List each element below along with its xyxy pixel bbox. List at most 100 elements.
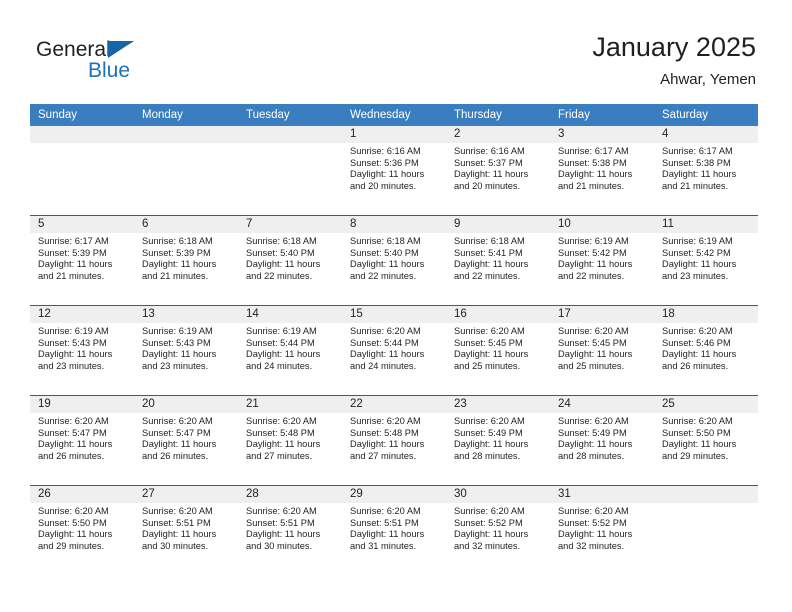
day-number-29[interactable]: 29: [342, 486, 446, 503]
day-number-20[interactable]: 20: [134, 396, 238, 413]
day-number-28[interactable]: 28: [238, 486, 342, 503]
day-cell-25[interactable]: Sunrise: 6:20 AM Sunset: 5:50 PM Daylight:…: [654, 413, 758, 485]
day-number-21[interactable]: 21: [238, 396, 342, 413]
day-cell-12[interactable]: Sunrise: 6:19 AM Sunset: 5:43 PM Daylight:…: [30, 323, 134, 395]
day-detail-line: and 20 minutes.: [350, 180, 417, 191]
day-cell-22[interactable]: Sunrise: 6:20 AM Sunset: 5:48 PM Daylight:…: [342, 413, 446, 485]
day-number-23[interactable]: 23: [446, 396, 550, 413]
day-detail-line: Sunrise: 6:19 AM: [558, 236, 629, 246]
day-number-band: 26 27 28 29 30 31: [30, 486, 758, 503]
day-cell-19[interactable]: Sunrise: 6:20 AM Sunset: 5:47 PM Daylight:…: [30, 413, 134, 485]
day-detail-line: Sunrise: 6:16 AM: [454, 146, 525, 156]
day-detail-line: Sunrise: 6:19 AM: [38, 326, 109, 336]
day-cell-4[interactable]: Sunrise: 6:17 AM Sunset: 5:38 PM Daylight:…: [654, 143, 758, 215]
day-cell-21[interactable]: Sunrise: 6:20 AM Sunset: 5:48 PM Daylight:…: [238, 413, 342, 485]
day-cell-7[interactable]: Sunrise: 6:18 AM Sunset: 5:40 PM Daylight:…: [238, 233, 342, 305]
day-cell-27[interactable]: Sunrise: 6:20 AM Sunset: 5:51 PM Daylight:…: [134, 503, 238, 575]
day-number-30[interactable]: 30: [446, 486, 550, 503]
day-number-13[interactable]: 13: [134, 306, 238, 323]
day-cell-5[interactable]: Sunrise: 6:17 AM Sunset: 5:39 PM Daylight:…: [30, 233, 134, 305]
day-number-24[interactable]: 24: [550, 396, 654, 413]
day-number-9[interactable]: 9: [446, 216, 550, 233]
day-number-3[interactable]: 3: [550, 126, 654, 143]
day-detail-line: Sunrise: 6:17 AM: [38, 236, 109, 246]
general-blue-logo[interactable]: General Blue: [36, 38, 216, 88]
day-cell-10[interactable]: Sunrise: 6:19 AM Sunset: 5:42 PM Daylight:…: [550, 233, 654, 305]
day-cell-20[interactable]: Sunrise: 6:20 AM Sunset: 5:47 PM Daylight:…: [134, 413, 238, 485]
day-cell-28[interactable]: Sunrise: 6:20 AM Sunset: 5:51 PM Daylight:…: [238, 503, 342, 575]
day-detail-line: Daylight: 11 hours: [38, 439, 113, 450]
day-number-8[interactable]: 8: [342, 216, 446, 233]
day-detail-line: Sunset: 5:38 PM: [558, 157, 627, 168]
day-number-14[interactable]: 14: [238, 306, 342, 323]
day-detail-line: Sunrise: 6:19 AM: [662, 236, 733, 246]
day-cell-18[interactable]: Sunrise: 6:20 AM Sunset: 5:46 PM Daylight:…: [654, 323, 758, 395]
day-detail-line: Daylight: 11 hours: [38, 349, 113, 360]
day-detail-line: Sunrise: 6:20 AM: [246, 416, 317, 426]
day-detail-line: Daylight: 11 hours: [558, 529, 633, 540]
day-cell-3[interactable]: Sunrise: 6:17 AM Sunset: 5:38 PM Daylight:…: [550, 143, 654, 215]
day-number-6[interactable]: 6: [134, 216, 238, 233]
day-detail-line: Sunrise: 6:17 AM: [558, 146, 629, 156]
day-number-4[interactable]: 4: [654, 126, 758, 143]
calendar-week-row: 12 13 14 15 16 17 18 Sunrise: 6:19 AM Sunset: 5:…: [30, 305, 758, 395]
day-number-25[interactable]: 25: [654, 396, 758, 413]
day-number-15[interactable]: 15: [342, 306, 446, 323]
day-detail-line: Sunset: 5:52 PM: [454, 517, 523, 528]
day-detail-line: Daylight: 11 hours: [350, 439, 425, 450]
day-number-5[interactable]: 5: [30, 216, 134, 233]
day-number-27[interactable]: 27: [134, 486, 238, 503]
day-cell-23[interactable]: Sunrise: 6:20 AM Sunset: 5:49 PM Daylight:…: [446, 413, 550, 485]
day-cell-9[interactable]: Sunrise: 6:18 AM Sunset: 5:41 PM Daylight:…: [446, 233, 550, 305]
day-detail-line: and 24 minutes.: [246, 360, 313, 371]
day-detail-line: Sunrise: 6:18 AM: [350, 236, 421, 246]
day-cell-30[interactable]: Sunrise: 6:20 AM Sunset: 5:52 PM Daylight:…: [446, 503, 550, 575]
day-cell-17[interactable]: Sunrise: 6:20 AM Sunset: 5:45 PM Daylight:…: [550, 323, 654, 395]
day-cell-6[interactable]: Sunrise: 6:18 AM Sunset: 5:39 PM Daylight:…: [134, 233, 238, 305]
day-detail-line: and 26 minutes.: [662, 360, 729, 371]
day-detail-line: Daylight: 11 hours: [454, 259, 529, 270]
day-number-12[interactable]: 12: [30, 306, 134, 323]
day-detail-line: Sunset: 5:39 PM: [38, 247, 107, 258]
day-cell-15[interactable]: Sunrise: 6:20 AM Sunset: 5:44 PM Daylight:…: [342, 323, 446, 395]
day-number-10[interactable]: 10: [550, 216, 654, 233]
day-number-16[interactable]: 16: [446, 306, 550, 323]
day-number-1[interactable]: 1: [342, 126, 446, 143]
location-label: Ahwar, Yemen: [660, 71, 756, 88]
day-cell-13[interactable]: Sunrise: 6:19 AM Sunset: 5:43 PM Daylight:…: [134, 323, 238, 395]
day-detail-line: Sunset: 5:43 PM: [142, 337, 211, 348]
day-cell-8[interactable]: Sunrise: 6:18 AM Sunset: 5:40 PM Daylight:…: [342, 233, 446, 305]
day-number-18[interactable]: 18: [654, 306, 758, 323]
day-number-2[interactable]: 2: [446, 126, 550, 143]
day-detail-line: Sunrise: 6:20 AM: [142, 416, 213, 426]
day-number-17[interactable]: 17: [550, 306, 654, 323]
day-cell-29[interactable]: Sunrise: 6:20 AM Sunset: 5:51 PM Daylight:…: [342, 503, 446, 575]
day-cell-1[interactable]: Sunrise: 6:16 AM Sunset: 5:36 PM Daylight:…: [342, 143, 446, 215]
day-detail-line: Daylight: 11 hours: [246, 259, 321, 270]
day-cell-24[interactable]: Sunrise: 6:20 AM Sunset: 5:49 PM Daylight:…: [550, 413, 654, 485]
day-cell-31[interactable]: Sunrise: 6:20 AM Sunset: 5:52 PM Daylight:…: [550, 503, 654, 575]
day-cell-14[interactable]: Sunrise: 6:19 AM Sunset: 5:44 PM Daylight:…: [238, 323, 342, 395]
day-detail-line: Sunset: 5:40 PM: [246, 247, 315, 258]
day-number-31[interactable]: 31: [550, 486, 654, 503]
day-detail-line: Sunrise: 6:20 AM: [558, 326, 629, 336]
day-cell-26[interactable]: Sunrise: 6:20 AM Sunset: 5:50 PM Daylight:…: [30, 503, 134, 575]
day-number-19[interactable]: 19: [30, 396, 134, 413]
day-detail-line: Sunrise: 6:20 AM: [454, 416, 525, 426]
day-number-26[interactable]: 26: [30, 486, 134, 503]
day-cell-16[interactable]: Sunrise: 6:20 AM Sunset: 5:45 PM Daylight:…: [446, 323, 550, 395]
day-detail-line: Daylight: 11 hours: [350, 529, 425, 540]
day-number-22[interactable]: 22: [342, 396, 446, 413]
day-detail-band: Sunrise: 6:20 AM Sunset: 5:50 PM Daylight:…: [30, 503, 758, 575]
day-detail-line: and 22 minutes.: [454, 270, 521, 281]
day-detail-line: Sunrise: 6:20 AM: [454, 326, 525, 336]
day-cell-11[interactable]: Sunrise: 6:19 AM Sunset: 5:42 PM Daylight:…: [654, 233, 758, 305]
day-detail-line: and 21 minutes.: [558, 180, 625, 191]
day-number-7[interactable]: 7: [238, 216, 342, 233]
day-number-11[interactable]: 11: [654, 216, 758, 233]
day-detail-line: Daylight: 11 hours: [246, 349, 321, 360]
day-detail-line: Sunset: 5:51 PM: [246, 517, 315, 528]
day-detail-line: Sunset: 5:42 PM: [662, 247, 731, 258]
day-cell-2[interactable]: Sunrise: 6:16 AM Sunset: 5:37 PM Daylight:…: [446, 143, 550, 215]
day-detail-line: Sunrise: 6:20 AM: [350, 326, 421, 336]
